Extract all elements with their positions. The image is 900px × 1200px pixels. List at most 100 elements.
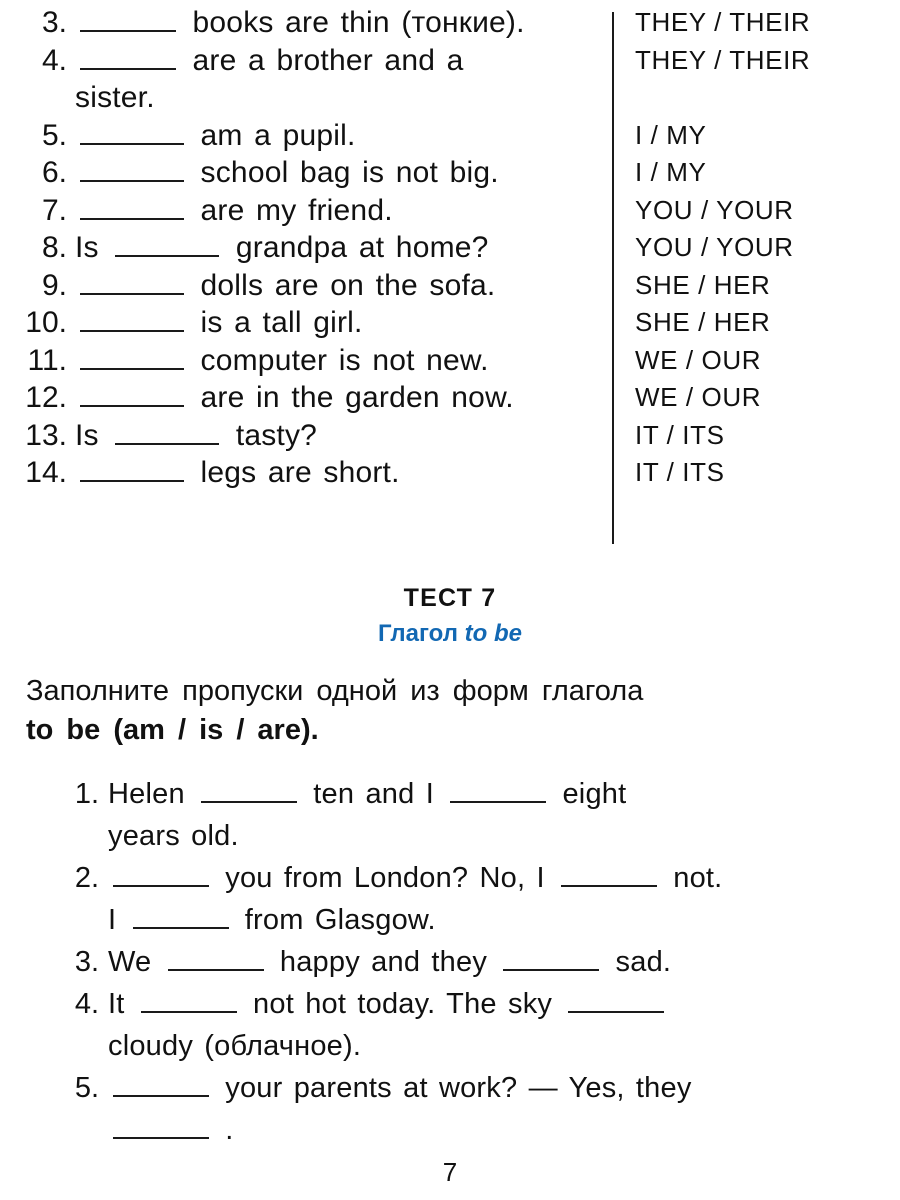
sentence-text: tasty? [224, 418, 318, 452]
exercise-top-item-sentence: are a brother and a sister. [75, 42, 595, 117]
pronoun-option[interactable]: SHE / HER [635, 304, 810, 342]
workbook-page: 3. books are thin (тонкие). 4. are a bro… [0, 0, 900, 1200]
fill-in-blank[interactable] [113, 862, 209, 887]
sentence-text: It [108, 988, 136, 1020]
exercise-bottom-item-sentence: you from London? No, I not. I from Glasg… [108, 857, 888, 941]
sentence-text: are my friend. [189, 193, 393, 227]
sentence-text: computer is not new. [189, 343, 489, 377]
pronoun-option[interactable]: YOU / YOUR [635, 192, 810, 230]
pronoun-option[interactable]: IT / ITS [635, 454, 810, 492]
sentence-text: years old. [108, 820, 239, 852]
exercise-bottom-rows: 1. Helen ten and I eight years old. 2. yo… [0, 773, 900, 1151]
exercise-top-item-number: 11. [27, 343, 67, 377]
exercise-top-item-number: 13. [25, 418, 67, 452]
fill-in-blank[interactable] [560, 862, 657, 887]
fill-in-blank[interactable] [115, 232, 220, 257]
exercise-item: 2. you from London? No, I not. I from Gl… [0, 857, 900, 941]
fill-in-blank[interactable] [80, 119, 184, 145]
test-heading: ТЕСТ 7 Глагол to be [0, 583, 900, 650]
exercise-top-item-number: 5. [41, 118, 67, 152]
sentence-continuation-line: years old. [108, 815, 888, 857]
exercise-top-item-number: 12. [25, 381, 67, 414]
fill-in-blank[interactable] [80, 457, 184, 482]
exercise-top-item-number: 8. [41, 231, 67, 264]
fill-in-blank[interactable] [80, 269, 184, 295]
exercise-bottom-item-sentence: We happy and they sad. [108, 941, 888, 983]
exercise-top-item-sentence: dolls are on the sofa. [75, 267, 595, 305]
fill-in-blank[interactable] [115, 419, 220, 445]
exercise-bottom-item-number: 4. [74, 988, 99, 1020]
exercise-item: 4. It not hot today. The sky cloudy (обла… [0, 983, 900, 1067]
fill-in-blank[interactable] [80, 194, 184, 220]
fill-in-blank[interactable] [80, 7, 176, 32]
pronoun-option[interactable]: WE / OUR [635, 342, 810, 380]
sentence-text: you from London? No, I [214, 862, 556, 894]
exercise-top-item-sentence: are my friend. [75, 192, 595, 230]
sentence-text: ten and I [302, 778, 446, 810]
pronoun-option[interactable]: YOU / YOUR [635, 229, 810, 267]
fill-in-blank[interactable] [80, 44, 176, 70]
fill-in-blank[interactable] [140, 988, 237, 1013]
fill-in-blank[interactable] [113, 1114, 209, 1139]
fill-in-blank[interactable] [201, 778, 298, 803]
sentence-text: am a pupil. [189, 118, 356, 152]
exercise-top-item-sentence: are in the garden now. [75, 379, 595, 417]
test-subtitle-en: to be [464, 620, 522, 647]
sentence-text: I [108, 904, 128, 936]
page-number: 7 [442, 1157, 458, 1187]
test-subtitle: Глагол to be [0, 617, 900, 650]
pronoun-option[interactable]: THEY / THEIR [635, 42, 810, 80]
exercise-item: 3. We happy and they sad. [0, 941, 900, 983]
pronoun-option[interactable]: WE / OUR [635, 379, 810, 417]
sentence-continuation-line: cloudy (облачное). [108, 1025, 888, 1067]
sentence-text: . [214, 1114, 234, 1146]
pronoun-option[interactable]: SHE / HER [635, 267, 810, 305]
sentence-text: happy and they [268, 946, 499, 978]
fill-in-blank[interactable] [503, 946, 600, 971]
exercise-top-item-number: 9. [41, 268, 67, 302]
fill-in-blank[interactable] [80, 344, 184, 370]
column-divider-line [612, 12, 614, 544]
exercise-top: 3. books are thin (тонкие). 4. are a bro… [0, 4, 900, 544]
pronoun-option[interactable]: IT / ITS [635, 417, 810, 455]
fill-in-blank[interactable] [167, 946, 264, 971]
exercise-bottom-item-sentence: Helen ten and I eight years old. [108, 773, 888, 857]
sentence-continuation-line: . [108, 1109, 888, 1151]
pronoun-option[interactable]: THEY / THEIR [635, 4, 810, 42]
fill-in-blank[interactable] [568, 988, 665, 1013]
instruction-text: Заполните пропуски одной из форм глагола… [26, 672, 816, 750]
sentence-text: not. [661, 862, 723, 894]
exercise-top-item-sentence: am a pupil. [75, 117, 595, 155]
sentence-text: Is [75, 418, 111, 452]
exercise-top-item-sentence: Is grandpa at home? [75, 229, 595, 267]
fill-in-blank[interactable] [80, 307, 184, 332]
sentence-text: sister. [75, 81, 155, 114]
fill-in-blank[interactable] [80, 157, 184, 182]
exercise-top-item-number: 10. [25, 306, 67, 339]
fill-in-blank[interactable] [132, 904, 229, 929]
sentence-text: is a tall girl. [189, 306, 363, 339]
sentence-continuation-line: sister. [75, 79, 595, 117]
exercise-top-item-number: 3. [41, 6, 67, 39]
pronoun-option[interactable]: I / MY [635, 154, 810, 192]
fill-in-blank[interactable] [450, 778, 547, 803]
sentence-text: eight [551, 778, 627, 810]
sentence-text: dolls are on the sofa. [189, 268, 496, 302]
sentence-text: from Glasgow. [233, 904, 436, 936]
sentence-text: grandpa at home? [224, 231, 489, 264]
sentence-text: We [108, 946, 163, 978]
exercise-item: 1. Helen ten and I eight years old. [0, 773, 900, 857]
exercise-item: 5. your parents at work? — Yes, they . [0, 1067, 900, 1151]
fill-in-blank[interactable] [113, 1072, 209, 1097]
sentence-continuation-line: I from Glasgow. [108, 899, 888, 941]
exercise-bottom-item-number: 5. [74, 1072, 99, 1104]
exercise-bottom: 1. Helen ten and I eight years old. 2. yo… [0, 773, 900, 1151]
sentence-text: not hot today. The sky [241, 988, 564, 1020]
exercise-bottom-item-number: 2. [74, 862, 99, 894]
pronoun-option[interactable]: I / MY [635, 117, 810, 155]
fill-in-blank[interactable] [80, 382, 184, 407]
test-title: ТЕСТ 7 [403, 584, 497, 612]
exercise-top-item-sentence: Is tasty? [75, 417, 595, 455]
exercise-bottom-item-number: 1. [74, 778, 99, 810]
test-subtitle-ru: Глагол [378, 620, 465, 647]
